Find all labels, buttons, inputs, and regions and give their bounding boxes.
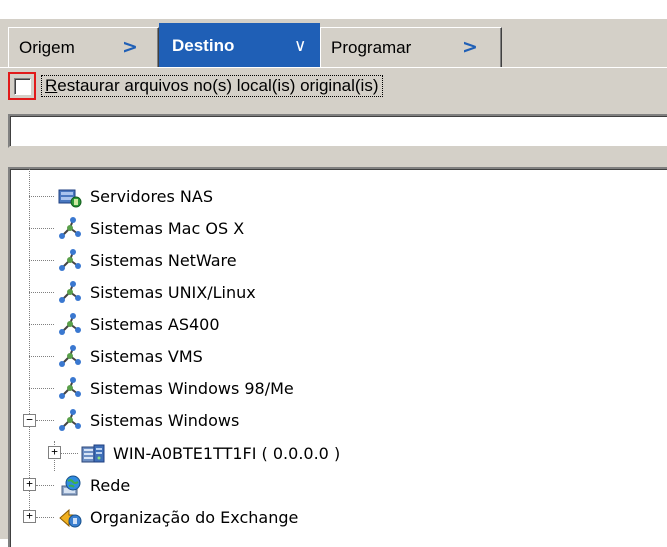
tree-item-label: Organização do Exchange: [90, 508, 299, 527]
destination-panel: Origem > Destino ∨ Programar > Restaurar…: [0, 19, 667, 547]
tree-item-label: Sistemas Mac OS X: [90, 219, 245, 238]
tree-item-win-server[interactable]: WIN-A0BTE1TT1FI ( 0.0.0.0 ): [80, 439, 340, 468]
exchange-organization-icon: [57, 506, 83, 530]
tree-connector: [61, 453, 78, 454]
tree-item-label: Sistemas UNIX/Linux: [90, 283, 256, 302]
tree-item-unix-linux[interactable]: Sistemas UNIX/Linux: [57, 278, 256, 307]
tree-item-as400[interactable]: Sistemas AS400: [57, 310, 220, 339]
collapse-toggle[interactable]: −: [23, 414, 36, 427]
tree-item-servidores-nas[interactable]: Servidores NAS: [57, 182, 213, 211]
chevron-down-icon: ∨: [294, 36, 307, 56]
destination-path-input[interactable]: [8, 114, 667, 148]
expand-toggle[interactable]: +: [23, 510, 36, 523]
restore-original-location-label[interactable]: Restaurar arquivos no(s) local(is) origi…: [41, 75, 383, 97]
tab-destino[interactable]: Destino ∨: [159, 23, 320, 68]
tree-connector: [29, 356, 54, 357]
tab-origem[interactable]: Origem >: [8, 27, 159, 67]
network-systems-icon: [57, 312, 83, 337]
tree-connector: [29, 169, 30, 514]
tree-item-label: Sistemas VMS: [90, 347, 203, 366]
tree-item-label: WIN-A0BTE1TT1FI ( 0.0.0.0 ): [113, 444, 341, 463]
tree-connector: [29, 260, 54, 261]
tree-connector: [29, 292, 54, 293]
tree-connector: [36, 420, 54, 421]
network-globe-icon: [57, 474, 83, 498]
network-systems-icon: [57, 344, 83, 369]
tree-item-mac-os-x[interactable]: Sistemas Mac OS X: [57, 214, 244, 243]
nas-server-icon: [57, 185, 83, 209]
restore-label-mnemonic: R: [45, 76, 58, 95]
tree-item-label: Rede: [90, 476, 131, 495]
tree-connector: [29, 228, 54, 229]
tree-item-rede[interactable]: Rede: [57, 471, 130, 500]
restore-label-text: estaurar arquivos no(s) local(is) origin…: [57, 76, 379, 95]
expand-toggle[interactable]: +: [48, 446, 61, 459]
tree-connector: [36, 485, 54, 486]
tree-connector: [29, 388, 54, 389]
tree-item-label: Sistemas AS400: [90, 315, 220, 334]
tree-connector: [29, 196, 54, 197]
chevron-right-icon: >: [122, 36, 138, 58]
tab-programar[interactable]: Programar >: [320, 27, 502, 67]
server-computer-icon: [80, 442, 106, 466]
tree-item-windows[interactable]: Sistemas Windows: [57, 406, 239, 435]
tab-destino-label: Destino: [172, 36, 235, 55]
tree-connector: [29, 324, 54, 325]
network-systems-icon: [57, 408, 83, 433]
network-systems-icon: [57, 216, 83, 241]
destination-tree[interactable]: − + + + Servidores NAS Sistemas Mac OS X…: [8, 167, 667, 547]
tree-item-label: Sistemas Windows: [90, 411, 240, 430]
expand-toggle[interactable]: +: [23, 478, 36, 491]
tree-item-vms[interactable]: Sistemas VMS: [57, 342, 203, 371]
network-systems-icon: [57, 248, 83, 273]
tree-item-netware[interactable]: Sistemas NetWare: [57, 246, 237, 275]
chevron-right-icon: >: [462, 36, 478, 58]
tree-item-label: Servidores NAS: [90, 187, 213, 206]
tab-programar-label: Programar: [331, 37, 412, 57]
tree-item-label: Sistemas Windows 98/Me: [90, 379, 294, 398]
tree-item-label: Sistemas NetWare: [90, 251, 237, 270]
tree-item-windows-98-me[interactable]: Sistemas Windows 98/Me: [57, 374, 294, 403]
tree-item-exchange[interactable]: Organização do Exchange: [57, 503, 298, 532]
network-systems-icon: [57, 280, 83, 305]
tab-origem-label: Origem: [19, 37, 75, 57]
restore-original-location-checkbox[interactable]: [14, 78, 31, 95]
network-systems-icon: [57, 376, 83, 401]
tab-divider: [0, 67, 667, 68]
tree-connector: [36, 517, 54, 518]
